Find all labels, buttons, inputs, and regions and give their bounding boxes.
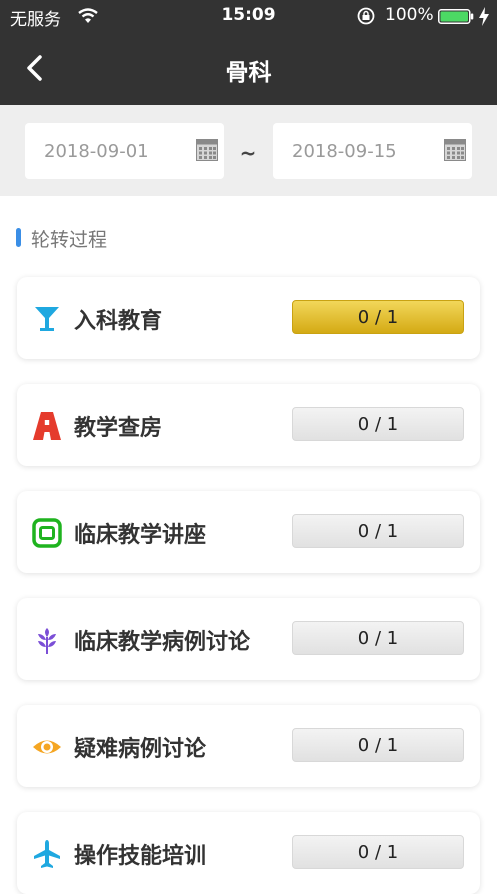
- progress-badge: 0 / 1: [292, 514, 464, 548]
- calendar-icon: [196, 139, 218, 161]
- progress-badge: 0 / 1: [292, 407, 464, 441]
- date-filter-bar: 2018-09-01 ~ 2018-09-15: [0, 105, 497, 196]
- wheat-icon: [38, 628, 56, 654]
- end-date-value: 2018-09-15: [292, 141, 397, 162]
- rotation-item-clinical-lecture[interactable]: 临床教学讲座 0 / 1: [17, 491, 480, 573]
- item-label: 操作技能培训: [74, 844, 207, 869]
- item-label: 临床教学讲座: [74, 523, 207, 548]
- start-date-value: 2018-09-01: [44, 141, 149, 162]
- calendar-icon: [444, 139, 466, 161]
- rotation-item-clinical-case-discussion[interactable]: 临床教学病例讨论 0 / 1: [17, 598, 480, 680]
- airplane-icon: [34, 840, 60, 868]
- rotation-item-operation-skill-training[interactable]: 操作技能培训 0 / 1: [17, 812, 480, 894]
- battery-icon: [438, 9, 474, 24]
- progress-text: 0 / 1: [357, 628, 399, 649]
- cocktail-icon: [35, 307, 59, 331]
- status-bar: 无服务 15:09 100%: [0, 0, 497, 34]
- progress-text: 0 / 1: [357, 414, 399, 435]
- road-icon: [33, 412, 61, 440]
- progress-text: 0 / 1: [357, 735, 399, 756]
- item-label: 临床教学病例讨论: [74, 630, 251, 655]
- item-label: 入科教育: [74, 309, 163, 334]
- progress-text: 0 / 1: [357, 842, 399, 863]
- charging-icon: [479, 7, 489, 26]
- rotation-item-teaching-rounds[interactable]: 教学查房 0 / 1: [17, 384, 480, 466]
- nav-header: 无服务 15:09 100% 骨科: [0, 0, 497, 105]
- rotation-lock-icon: [357, 7, 375, 25]
- battery-percent: 100%: [385, 5, 434, 25]
- page-title: 骨科: [225, 60, 272, 86]
- rotation-item-difficult-case-discussion[interactable]: 疑难病例讨论 0 / 1: [17, 705, 480, 787]
- section-accent-bar: [16, 228, 21, 247]
- item-label: 教学查房: [74, 416, 163, 441]
- item-label: 疑难病例讨论: [74, 737, 207, 762]
- progress-badge: 0 / 1: [292, 728, 464, 762]
- progress-badge: 0 / 1: [292, 621, 464, 655]
- progress-text: 0 / 1: [357, 521, 399, 542]
- section-title: 轮转过程: [31, 229, 108, 251]
- eye-icon: [33, 740, 61, 754]
- end-date-field[interactable]: 2018-09-15: [273, 123, 472, 179]
- progress-badge: 0 / 1: [292, 835, 464, 869]
- start-date-field[interactable]: 2018-09-01: [25, 123, 224, 179]
- progress-text: 0 / 1: [357, 307, 399, 328]
- screen-icon: [32, 518, 62, 548]
- progress-badge: 0 / 1: [292, 300, 464, 334]
- rotation-item-entry-education[interactable]: 入科教育 0 / 1: [17, 277, 480, 359]
- date-separator: ~: [239, 141, 257, 165]
